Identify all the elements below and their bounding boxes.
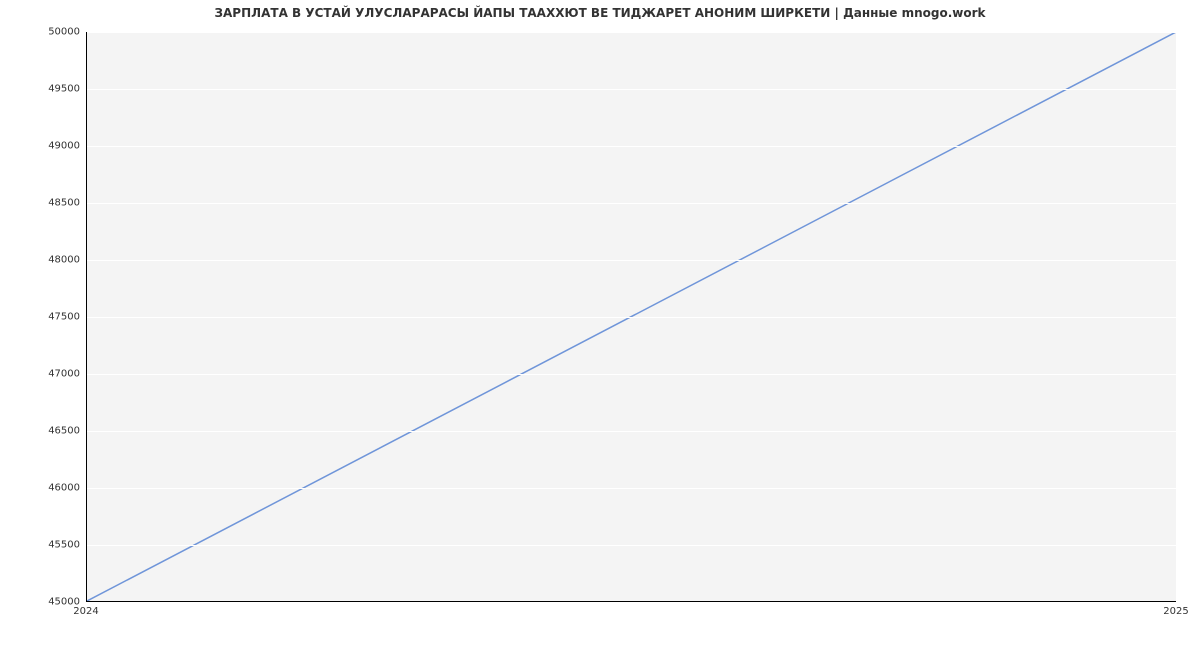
gridline bbox=[87, 431, 1176, 432]
gridline bbox=[87, 203, 1176, 204]
y-tick-label: 45500 bbox=[10, 540, 80, 551]
y-tick-label: 46500 bbox=[10, 426, 80, 437]
gridline bbox=[87, 374, 1176, 375]
x-tick-label: 2024 bbox=[73, 606, 98, 617]
gridline bbox=[87, 146, 1176, 147]
y-tick-label: 46000 bbox=[10, 483, 80, 494]
y-tick-label: 48500 bbox=[10, 198, 80, 209]
chart-title: ЗАРПЛАТА В УСТАЙ УЛУСЛАРАРАСЫ ЙАПЫ ТААХХ… bbox=[0, 6, 1200, 20]
y-tick-label: 49500 bbox=[10, 84, 80, 95]
y-tick-label: 49000 bbox=[10, 141, 80, 152]
y-tick-label: 50000 bbox=[10, 27, 80, 38]
gridline bbox=[87, 488, 1176, 489]
gridline bbox=[87, 317, 1176, 318]
y-tick-label: 48000 bbox=[10, 255, 80, 266]
salary-chart: ЗАРПЛАТА В УСТАЙ УЛУСЛАРАРАСЫ ЙАПЫ ТААХХ… bbox=[0, 0, 1200, 650]
y-tick-label: 47500 bbox=[10, 312, 80, 323]
y-tick-label: 45000 bbox=[10, 597, 80, 608]
y-tick-label: 47000 bbox=[10, 369, 80, 380]
gridline bbox=[87, 602, 1176, 603]
x-tick-label: 2025 bbox=[1163, 606, 1188, 617]
gridline bbox=[87, 260, 1176, 261]
gridline bbox=[87, 32, 1176, 33]
gridline bbox=[87, 89, 1176, 90]
gridline bbox=[87, 545, 1176, 546]
plot-area bbox=[86, 32, 1176, 602]
